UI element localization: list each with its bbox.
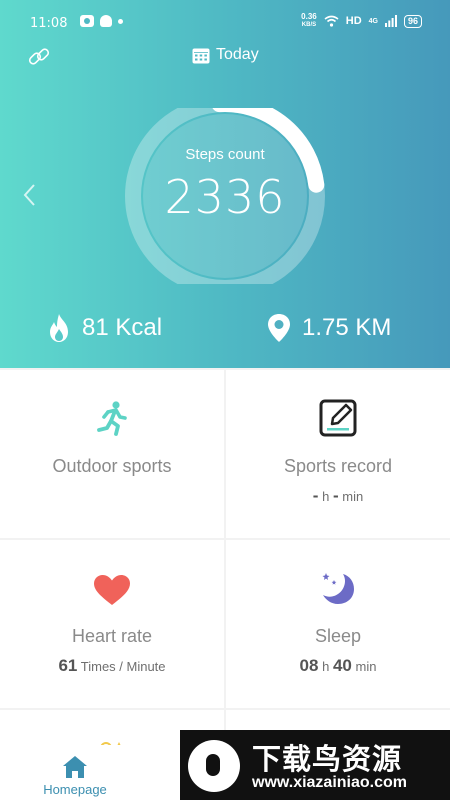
heart-icon (94, 575, 130, 605)
sleep-title: Sleep (314, 626, 362, 646)
sleep-card[interactable]: Sleep 08 h 40 min (226, 540, 450, 708)
watermark-url: www.xiazainiao.com (252, 774, 408, 791)
outdoor-sports-title: Outdoor sports (52, 456, 172, 476)
previous-day-arrow-icon[interactable] (20, 182, 40, 208)
status-bar: 11:08 0.36 KB/S HD 4G 96 (0, 0, 450, 44)
steps-value: 2336 (164, 170, 286, 224)
status-indicators: 0.36 KB/S HD 4G 96 (301, 13, 422, 29)
signal-icon (384, 15, 397, 27)
network-speed: 0.36 KB/S (301, 12, 317, 29)
signal-type: 4G (368, 17, 378, 25)
nav-home-label: Homepage (43, 782, 107, 797)
date-selector[interactable]: Today (192, 46, 259, 64)
flame-icon (50, 314, 68, 342)
heart-rate-card[interactable]: Heart rate 61 Times / Minute (0, 540, 224, 708)
bottom-navigation: Homepage (0, 745, 180, 800)
wifi-icon (324, 15, 339, 27)
steps-label: Steps count (185, 146, 265, 163)
battery-level: 96 (403, 14, 422, 28)
more-notifications-icon (118, 18, 123, 24)
outdoor-sports-card[interactable]: Outdoor sports (0, 370, 224, 538)
distance-value: 1.75 KM (302, 314, 392, 341)
runner-icon (97, 401, 127, 436)
steps-ring: Steps count 2336 (120, 108, 330, 284)
app-notification-icon (80, 15, 94, 27)
sports-record-title: Sports record (283, 456, 393, 476)
moon-stars-icon (322, 573, 354, 604)
watermark-name: 下载鸟资源 (252, 744, 403, 776)
notification-icons (80, 15, 123, 27)
heart-rate-title: Heart rate (71, 626, 153, 646)
site-watermark: 下载鸟资源 www.xiazainiao.com (180, 730, 450, 800)
header-panel: 11:08 0.36 KB/S HD 4G 96 Today Steps cou… (0, 0, 450, 368)
watermark-logo-icon (188, 740, 240, 792)
home-icon (63, 756, 87, 778)
sports-record-card[interactable]: Sports record - h - min (226, 370, 450, 538)
hd-indicator: HD (345, 15, 362, 27)
status-time: 11:08 (30, 16, 68, 31)
link-icon[interactable] (26, 44, 52, 70)
edit-note-icon (319, 399, 357, 437)
date-title: Today (216, 46, 259, 63)
sports-record-duration: - h - min (312, 486, 364, 505)
qq-notification-icon (100, 15, 112, 27)
calendar-icon (192, 48, 210, 63)
heart-rate-value: 61 Times / Minute (58, 656, 166, 675)
distance-stat: 1.75 KM (266, 313, 391, 343)
calories-stat: 81 Kcal (46, 313, 162, 343)
sleep-duration: 08 h 40 min (299, 656, 377, 675)
location-pin-icon (268, 314, 290, 342)
calories-value: 81 Kcal (82, 314, 163, 341)
